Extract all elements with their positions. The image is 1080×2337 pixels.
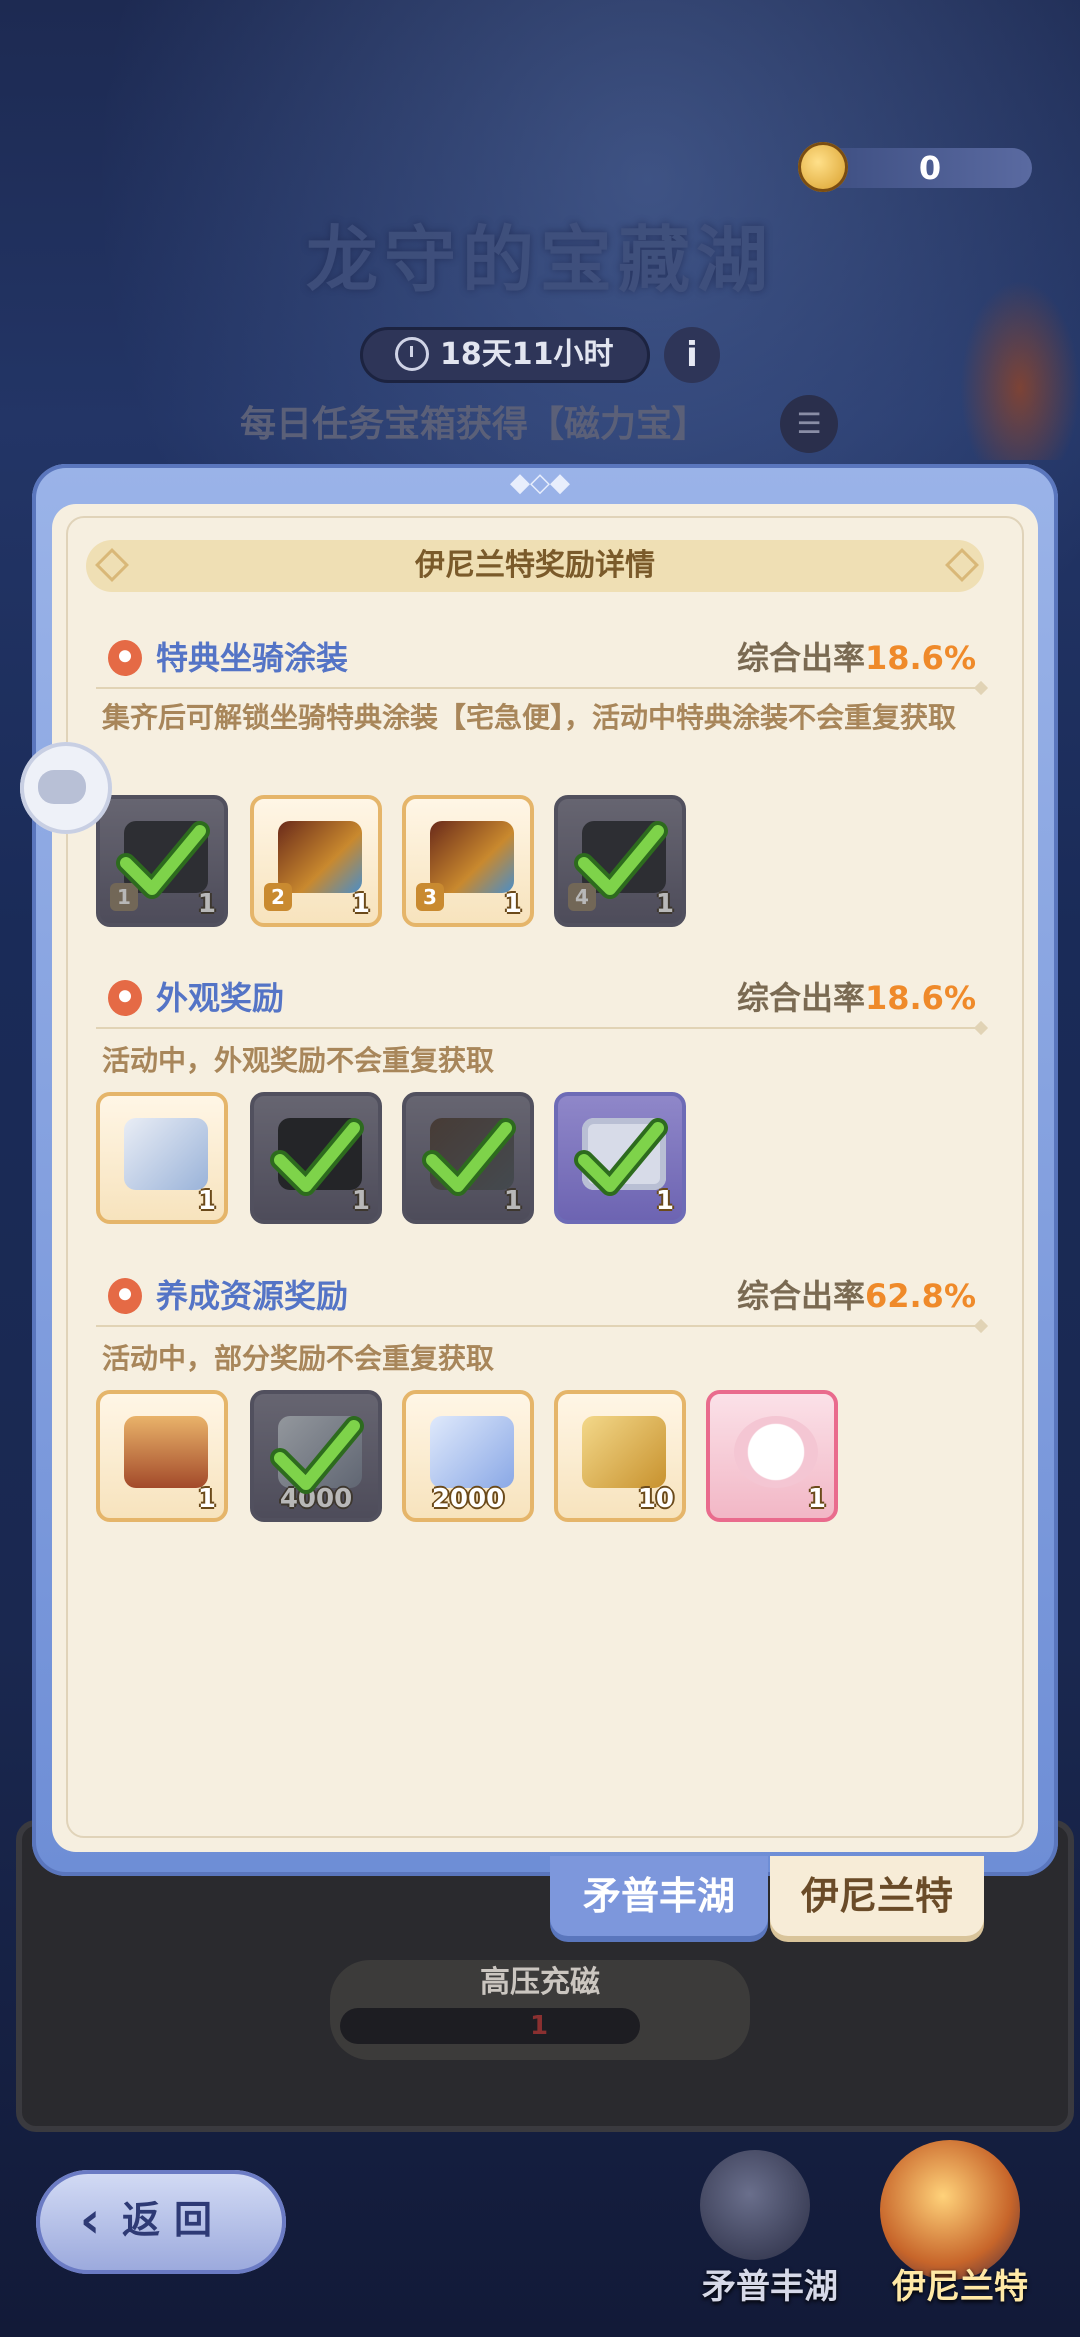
back-label: 返回 — [122, 2198, 227, 2242]
timer-text: 18天11小时 — [440, 337, 614, 372]
item-quantity: 1 — [655, 1186, 674, 1216]
mount-skin-part-icon — [582, 821, 666, 893]
info-button[interactable]: i — [664, 327, 720, 383]
tab-maopu-lake[interactable]: 矛普丰湖 — [550, 1856, 768, 1936]
item-index: 3 — [416, 883, 444, 911]
chat-dots — [38, 770, 86, 804]
charge-label: 高压充磁 — [480, 1965, 600, 2000]
item-quantity: 10 — [637, 1484, 674, 1514]
fish-ornament-icon — [124, 1118, 208, 1190]
section-bullet-icon — [108, 640, 142, 676]
pool-label-right: 伊尼兰特 — [892, 2267, 1028, 2307]
modal-title: 伊尼兰特奖励详情 — [415, 548, 655, 583]
item-index: 2 — [264, 883, 292, 911]
charge-value: 1 — [530, 2011, 549, 2041]
diamond-ornament-icon: ◆◇◆ — [510, 468, 570, 498]
item-quantity: 1 — [351, 889, 370, 919]
rate-label: 综合出率 — [736, 979, 865, 1017]
section-rate: 综合出率62.8% — [700, 1274, 976, 1318]
section-bullet-icon — [108, 980, 142, 1016]
reward-item[interactable]: 1 — [554, 1092, 686, 1224]
event-title: 龙守的宝藏湖 — [305, 218, 774, 302]
pearl-shell-active-icon[interactable] — [880, 2140, 1020, 2280]
section-title: 外观奖励 — [156, 979, 285, 1017]
reward-item[interactable]: 1 — [250, 1092, 382, 1224]
rate-label: 综合出率 — [736, 639, 865, 677]
reward-item[interactable]: 1 — [706, 1390, 838, 1522]
mount-skin-part-icon — [278, 821, 362, 893]
reward-item[interactable]: 1 — [96, 1092, 228, 1224]
item-quantity: 1 — [655, 889, 674, 919]
reward-item[interactable]: 1 — [96, 1390, 228, 1522]
item-quantity: 1 — [503, 1186, 522, 1216]
item-quantity: 4000 — [279, 1484, 353, 1514]
section-description: 集齐后可解锁坐骑特典涂装【宅急便】，活动中特典涂装不会重复获取 — [102, 701, 957, 734]
back-arrow-icon: ‹ — [79, 2191, 101, 2249]
charge-progress — [340, 2008, 640, 2044]
reward-item[interactable]: 4000 — [250, 1390, 382, 1522]
item-quantity: 1 — [807, 1484, 826, 1514]
blue-star-icon — [430, 1416, 514, 1488]
item-quantity: 1 — [197, 889, 216, 919]
section-title: 特典坐骑涂装 — [156, 639, 349, 677]
item-quantity: 1 — [197, 1186, 216, 1216]
item-quantity: 1 — [197, 1484, 216, 1514]
lyre-icon — [582, 1416, 666, 1488]
section-divider — [96, 1027, 976, 1029]
reward-item[interactable]: 1 1 — [96, 795, 228, 927]
section-divider — [96, 687, 976, 689]
mount-skin-part-icon — [430, 821, 514, 893]
item-quantity: 1 — [351, 1186, 370, 1216]
headgear-icon — [430, 1118, 514, 1190]
cat-avatar-icon — [734, 1416, 818, 1488]
frame-icon — [582, 1118, 666, 1190]
currency-value: 0 — [918, 149, 942, 187]
item-index: 1 — [110, 883, 138, 911]
reward-item[interactable]: 1 — [402, 1092, 534, 1224]
reward-item[interactable]: 2 1 — [250, 795, 382, 927]
section-rate: 综合出率18.6% — [700, 976, 976, 1020]
reward-item[interactable]: 3 1 — [402, 795, 534, 927]
blue-star-icon — [278, 1416, 362, 1488]
tab-yinilante[interactable]: 伊尼兰特 — [770, 1856, 984, 1936]
rate-value: 18.6% — [864, 979, 976, 1017]
daily-hint: 每日任务宝箱获得【磁力宝】 — [240, 404, 709, 445]
mount-skin-part-icon — [124, 821, 208, 893]
item-quantity: 2000 — [431, 1484, 505, 1514]
pool-label-left: 矛普丰湖 — [702, 2267, 838, 2307]
rate-value: 18.6% — [864, 639, 976, 677]
treasure-chest-icon — [124, 1416, 208, 1488]
pearl-shell-icon[interactable] — [700, 2150, 810, 2260]
chat-bubble-icon[interactable] — [20, 742, 112, 834]
section-divider — [96, 1325, 976, 1327]
rate-value: 62.8% — [864, 1277, 976, 1315]
coral-decoration — [960, 280, 1080, 460]
reward-item[interactable]: 10 — [554, 1390, 686, 1522]
section-title: 养成资源奖励 — [156, 1277, 349, 1315]
reward-item[interactable]: 4 1 — [554, 795, 686, 927]
cape-icon — [278, 1118, 362, 1190]
section-bullet-icon — [108, 1278, 142, 1314]
list-icon[interactable]: ☰ — [780, 395, 838, 453]
clock-icon — [395, 337, 429, 371]
item-quantity: 1 — [503, 889, 522, 919]
section-description: 活动中，外观奖励不会重复获取 — [102, 1044, 495, 1077]
magnet-coin-icon — [798, 142, 848, 192]
section-description: 活动中，部分奖励不会重复获取 — [102, 1342, 495, 1375]
rate-label: 综合出率 — [736, 1277, 865, 1315]
reward-item[interactable]: 2000 — [402, 1390, 534, 1522]
section-rate: 综合出率18.6% — [700, 636, 976, 680]
item-index: 4 — [568, 883, 596, 911]
